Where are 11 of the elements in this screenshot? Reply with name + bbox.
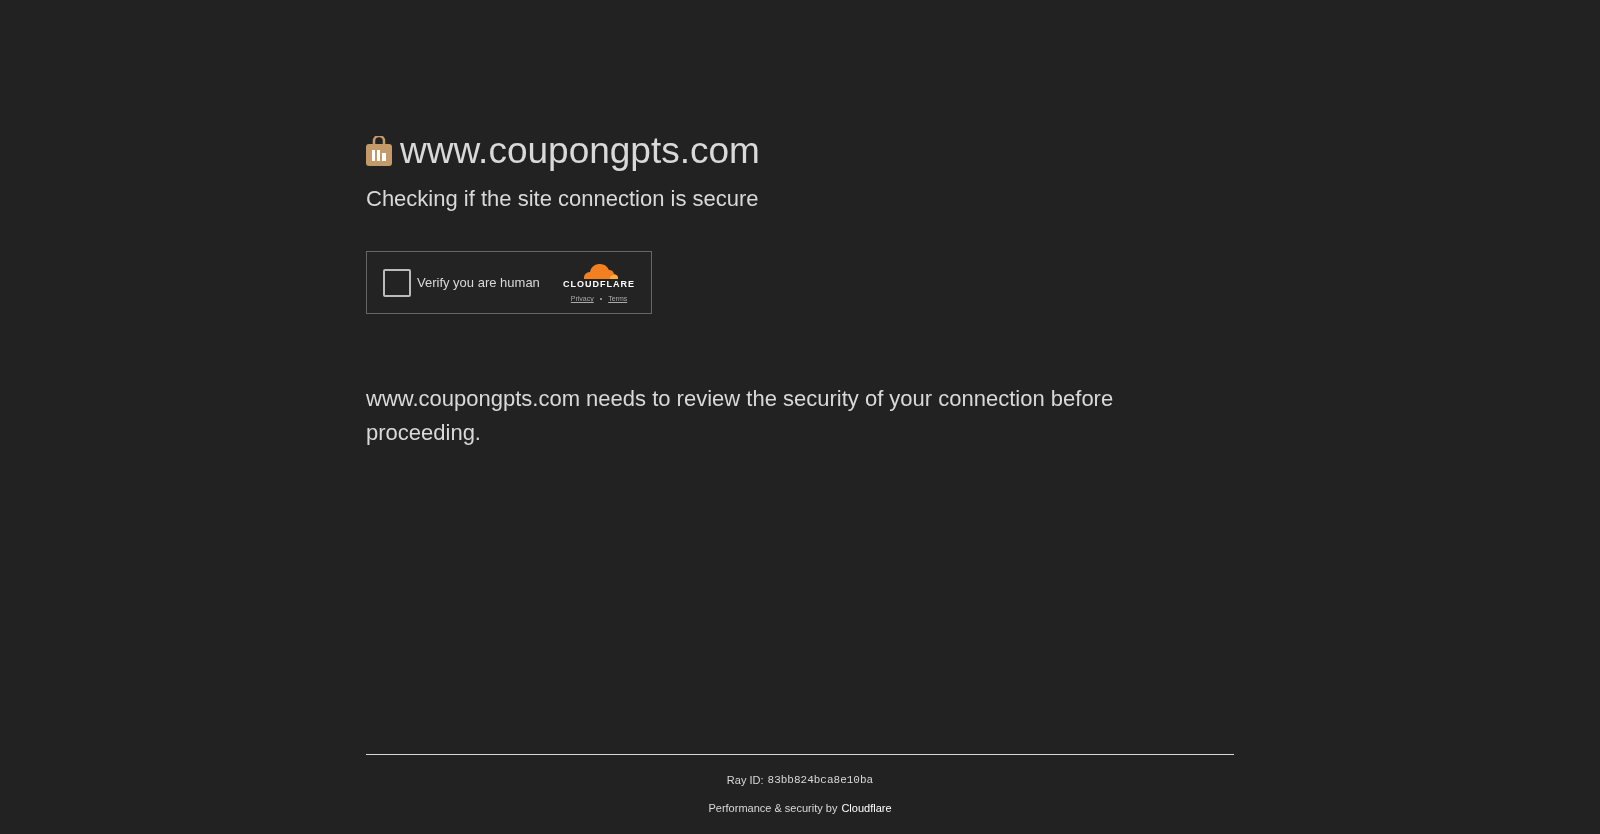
ray-label: Ray ID: [726,773,764,788]
credit-text: Performance & security by [708,800,838,816]
cloudflare-link[interactable]: Cloudflare [841,799,892,816]
security-message: www.coupongpts.com needs to review the security of your connection before proceeding. [366,385,1115,448]
checkbox-label: Verify you are human [417,274,540,292]
site-title: www.coupongpts.com [400,129,760,173]
checkbox[interactable] [383,268,411,297]
brand-name: CLOUDFLARE [563,280,635,289]
subtitle: Checking if the site connection is secure [366,185,760,214]
shopping-bag-icon [366,136,392,167]
ray-id: 83bb824bca8e10ba [767,773,874,788]
